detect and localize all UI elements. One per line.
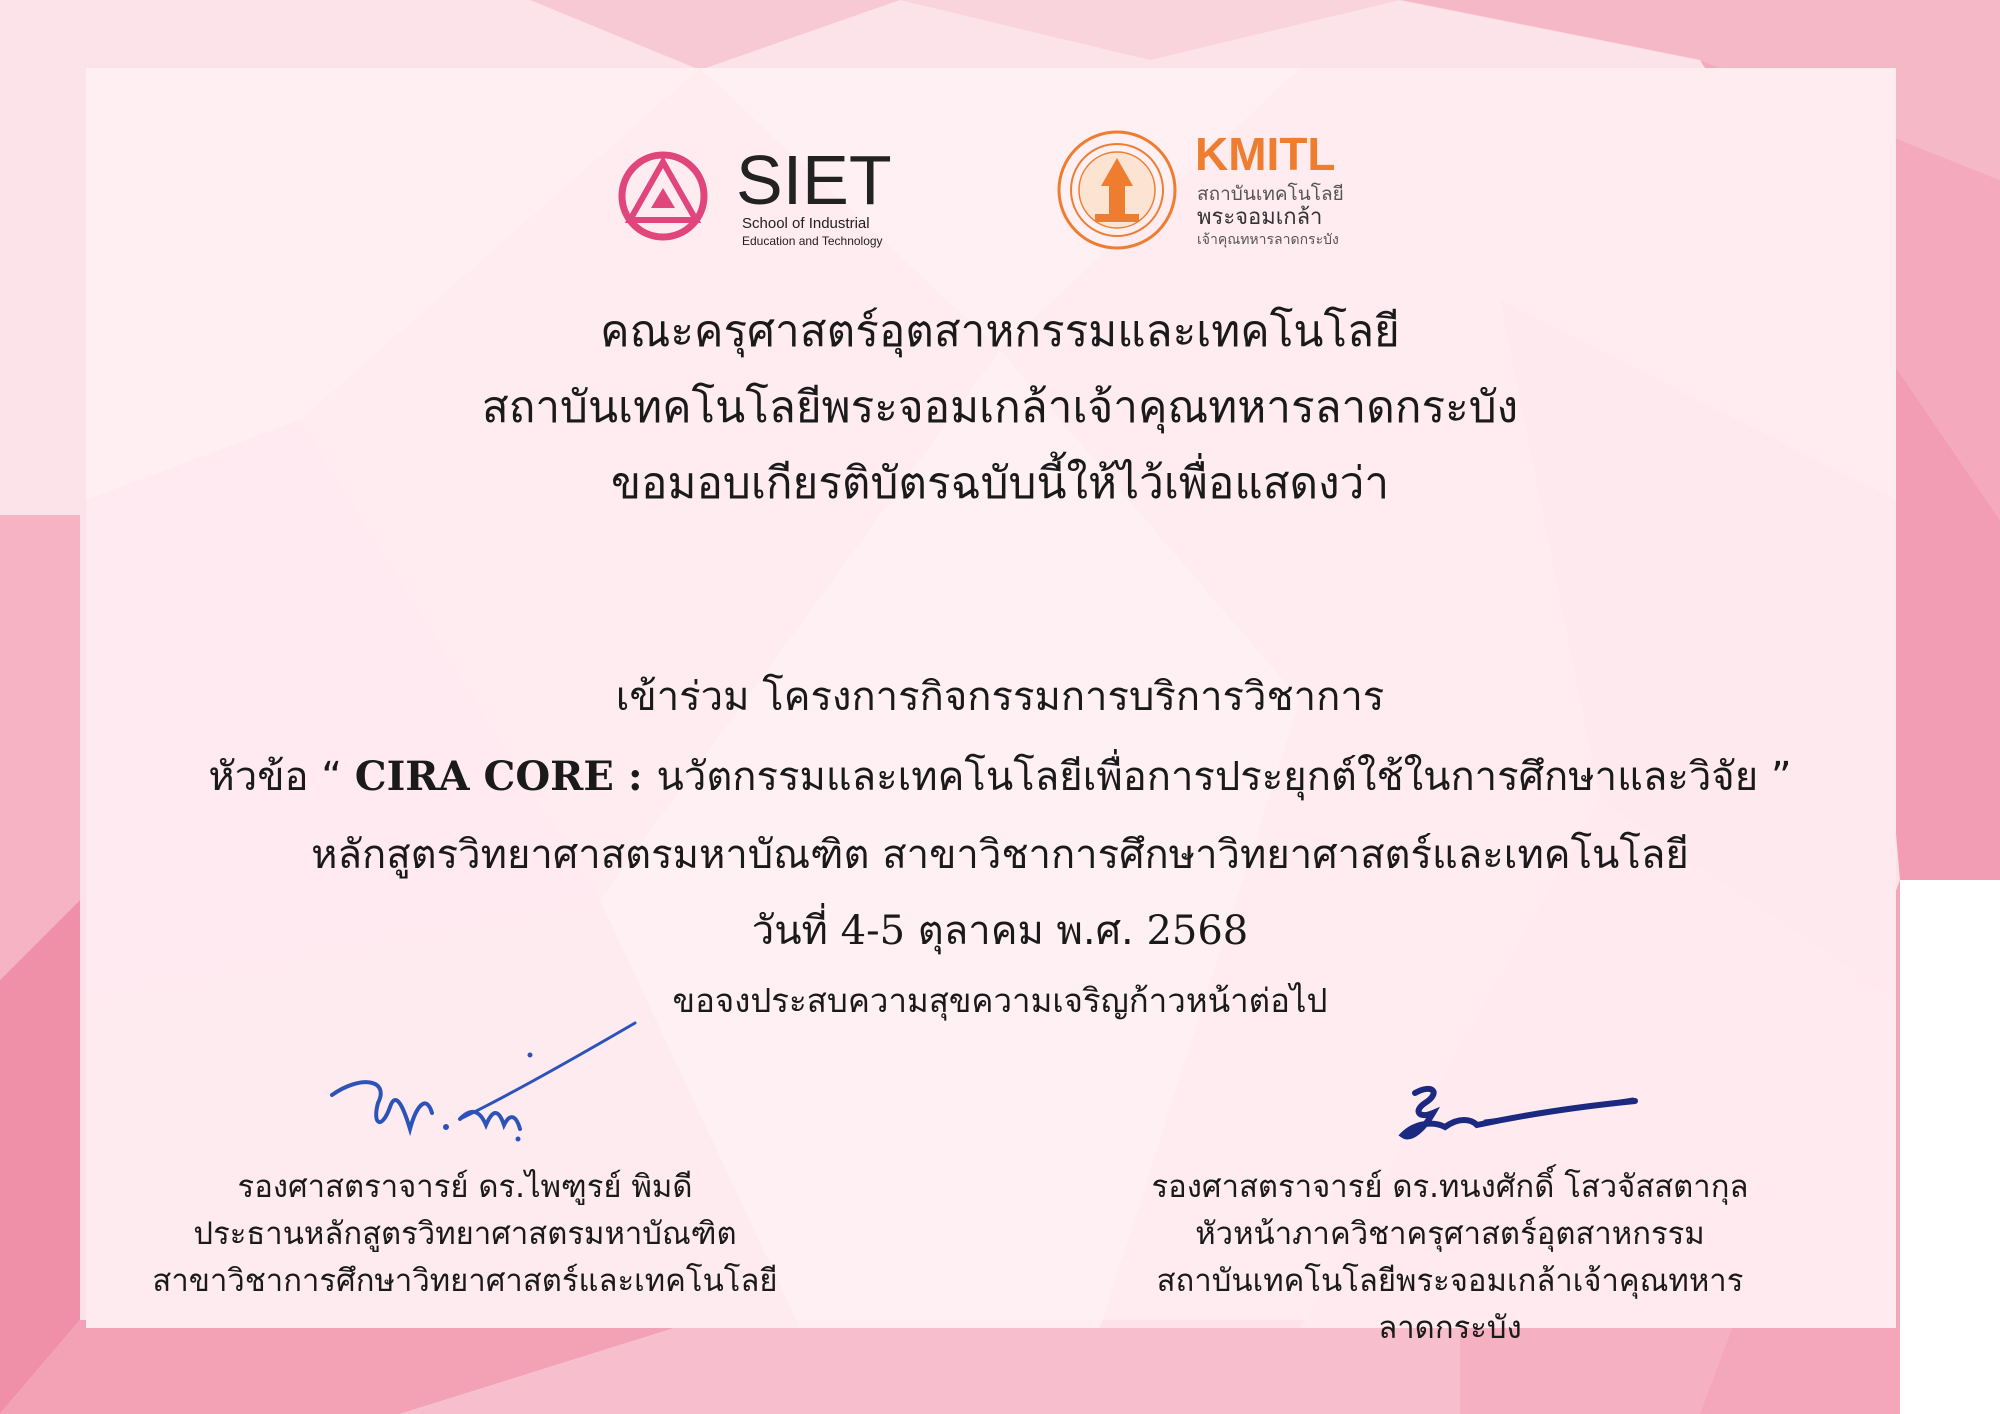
date-month: ตุลาคม พ.ศ. — [905, 908, 1147, 954]
left-signatory-name: รองศาสตราจารย์ ดร.ไพฑูรย์ พิมดี — [237, 1169, 693, 1205]
left-signatory: รองศาสตราจารย์ ดร.ไพฑูรย์ พิมดี ประธานหล… — [120, 1164, 810, 1305]
right-signatory-institute: สถาบันเทคโนโลยีพระจอมเกล้าเจ้าคุณทหารลาด… — [1156, 1263, 1744, 1346]
svg-text:สถาบันเทคโนโลยี: สถาบันเทคโนโลยี — [1197, 182, 1344, 205]
right-signatory: รองศาสตราจารย์ ดร.ทนงศักดิ์ โสวจัสสตากุล… — [1090, 1164, 1810, 1352]
topic-title: CIRA CORE : — [354, 753, 657, 800]
svg-text:KMITL: KMITL — [1195, 128, 1336, 180]
wish-line: ขอจงประสบความสุขความเจริญก้าวหน้าต่อไป — [672, 981, 1328, 1020]
topic-prefix: หัวข้อ “ — [208, 754, 355, 800]
right-signatory-position: หัวหน้าภาควิชาครุศาสตร์อุตสาหกรรม — [1195, 1216, 1705, 1252]
date-prefix: วันที่ — [751, 908, 841, 954]
faculty-name: คณะครุศาสตร์อุตสาหกรรมและเทคโนโลยี — [600, 306, 1400, 357]
right-signatory-name: รองศาสตราจารย์ ดร.ทนงศักดิ์ โสวจัสสตากุล — [1151, 1169, 1749, 1205]
topic-rest: นวัตกรรมและเทคโนโลยีเพื่อการประยุกต์ใช้ใ… — [656, 754, 1792, 800]
siet-logo: SIET School of Industrial Education and … — [618, 141, 892, 248]
topic-line: หัวข้อ “ CIRA CORE : นวัตกรรมและเทคโนโลย… — [0, 744, 2000, 808]
svg-text:SIET: SIET — [736, 141, 892, 219]
left-signatory-department: สาขาวิชาการศึกษาวิทยาศาสตร์และเทคโนโลยี — [152, 1263, 778, 1299]
svg-text:Education and Technology: Education and Technology — [742, 234, 883, 248]
svg-text:พระจอมเกล้า: พระจอมเกล้า — [1197, 205, 1322, 230]
date-line: วันที่ 4-5 ตุลาคม พ.ศ. 2568 — [0, 898, 2000, 962]
left-signature-image — [330, 1021, 637, 1142]
kmitl-logo: KMITL สถาบันเทคโนโลยี พระจอมเกล้า เจ้าคุ… — [1057, 128, 1344, 250]
date-year: 2568 — [1146, 908, 1249, 954]
program-line: หลักสูตรวิทยาศาสตรมหาบัณฑิต สาขาวิชาการศ… — [311, 832, 1689, 878]
svg-text:เจ้าคุณทหารลาดกระบัง: เจ้าคุณทหารลาดกระบัง — [1197, 232, 1339, 248]
institute-name: สถาบันเทคโนโลยีพระจอมเกล้าเจ้าคุณทหารลาด… — [481, 382, 1519, 433]
svg-text:School of Industrial: School of Industrial — [742, 215, 870, 232]
participation-line: เข้าร่วม โครงการกิจกรรมการบริการวิชาการ — [615, 674, 1385, 720]
certify-statement: ขอมอบเกียรติบัตรฉบับนี้ให้ไว้เพื่อแสดงว่… — [610, 458, 1390, 509]
right-signature-image — [1398, 1085, 1638, 1140]
left-signatory-position: ประธานหลักสูตรวิทยาศาสตรมหาบัณฑิต — [193, 1216, 737, 1252]
date-days: 4-5 — [840, 908, 906, 954]
